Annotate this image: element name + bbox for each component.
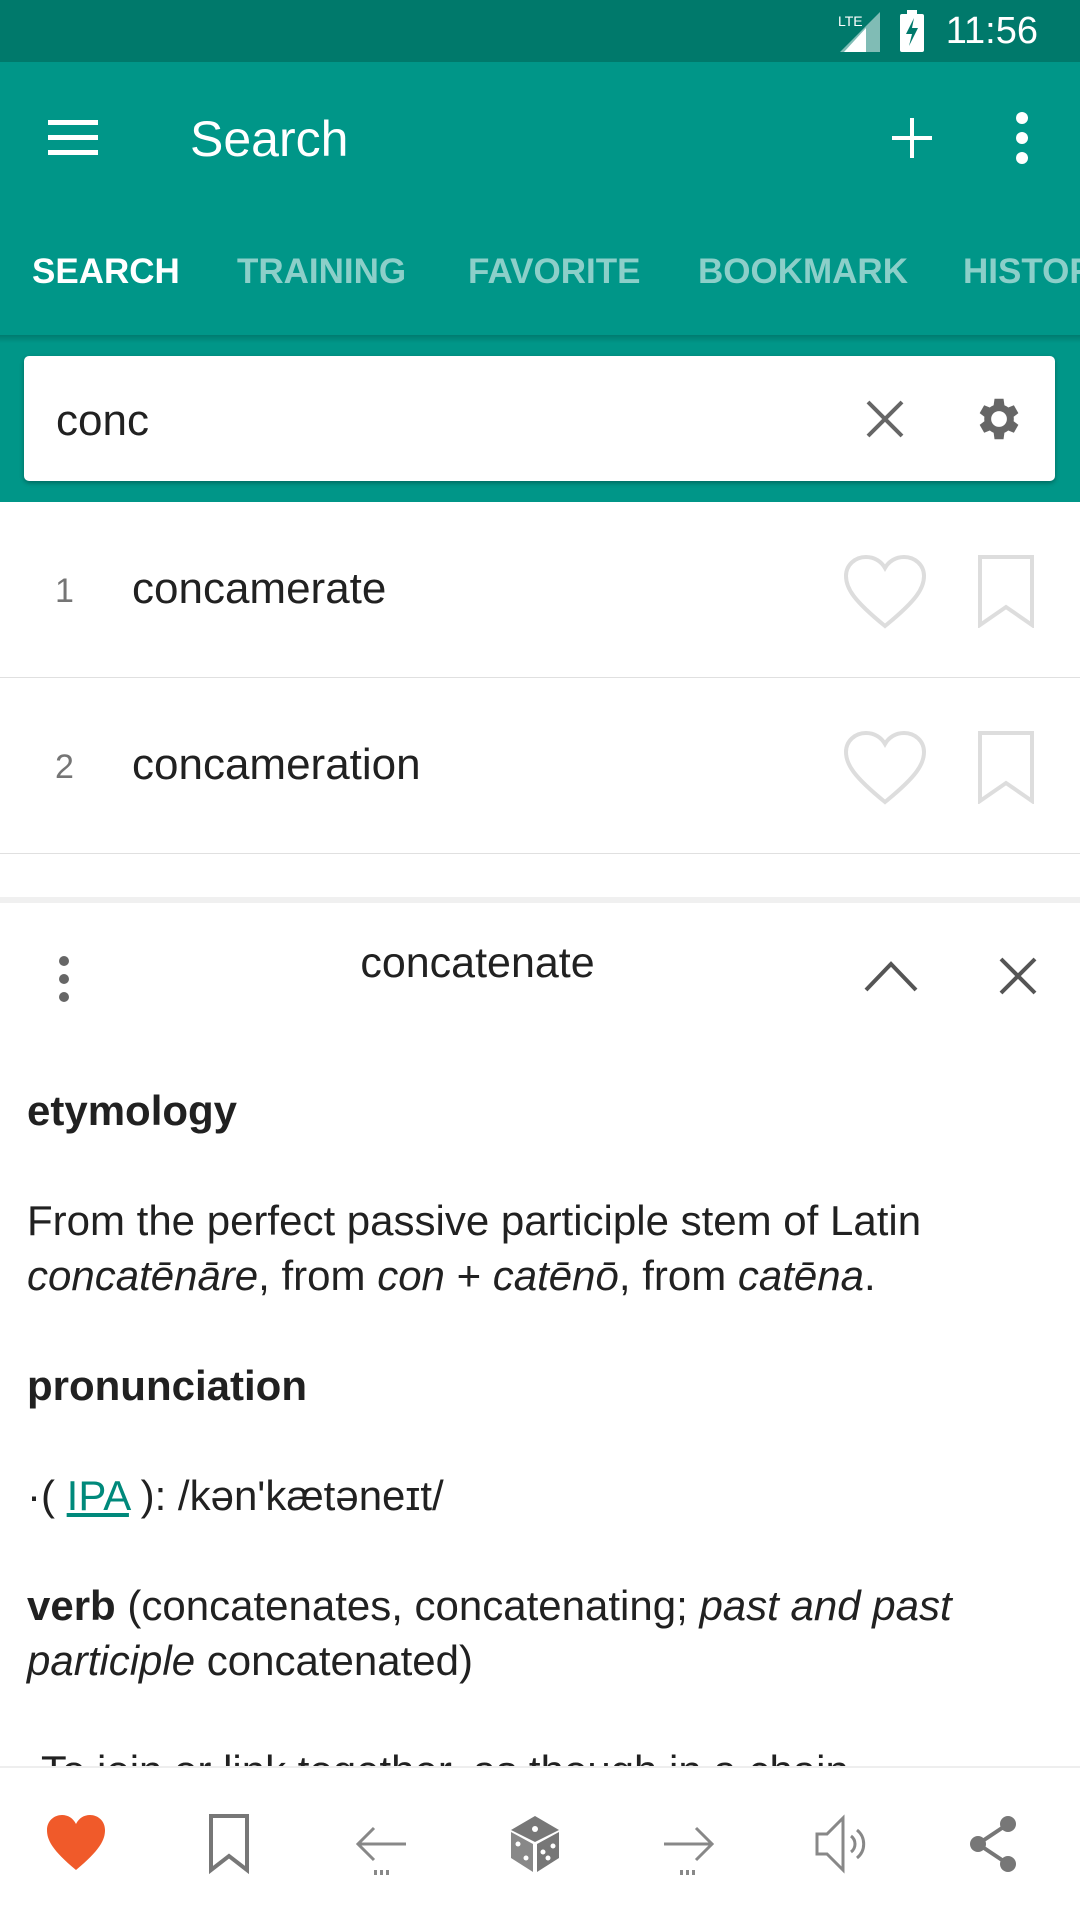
app-bar: Search SEARCH TRAINING FAVORITE BOOKMARK… <box>0 62 1080 502</box>
bookmark-outline-icon[interactable] <box>977 730 1035 804</box>
page-title: Search <box>190 111 349 167</box>
more-options-icon[interactable] <box>1010 112 1034 164</box>
tab-bookmark[interactable]: BOOKMARK <box>698 252 908 292</box>
bookmark-outline-icon[interactable] <box>977 554 1035 628</box>
etymology-text: From the perfect passive participle stem… <box>27 1197 922 1299</box>
heart-outline-icon[interactable] <box>843 730 927 806</box>
item-word[interactable]: concameration <box>132 740 421 790</box>
list-item[interactable]: 2 concameration <box>0 678 1080 854</box>
list-item[interactable]: 1 concamerate <box>0 502 1080 678</box>
speaker-icon[interactable] <box>809 1812 873 1876</box>
add-icon[interactable] <box>888 114 936 162</box>
bookmark-icon[interactable] <box>197 1812 261 1876</box>
tab-search[interactable]: SEARCH <box>32 252 180 292</box>
pronunciation-heading: pronunciation <box>27 1362 307 1409</box>
tab-bar: SEARCH TRAINING FAVORITE BOOKMARK HISTOR… <box>0 252 1080 312</box>
pronunciation-text: ·( IPA ): /kən'kætəneɪt/ <box>27 1472 444 1519</box>
clear-icon[interactable] <box>862 396 908 442</box>
close-icon[interactable] <box>995 953 1041 999</box>
share-icon[interactable] <box>962 1812 1026 1876</box>
tab-training[interactable]: TRAINING <box>237 252 406 292</box>
tab-favorite[interactable]: FAVORITE <box>468 252 640 292</box>
bottom-toolbar <box>0 1766 1080 1920</box>
gear-icon[interactable] <box>970 392 1024 446</box>
heart-icon[interactable] <box>44 1812 108 1876</box>
item-number: 1 <box>55 572 74 610</box>
item-word[interactable]: concamerate <box>132 564 386 614</box>
lte-signal-icon: LTE <box>838 12 880 52</box>
dice-icon[interactable] <box>503 1812 567 1876</box>
menu-icon[interactable] <box>48 120 98 156</box>
search-value[interactable]: conc <box>56 396 149 446</box>
definition-text: ·To join or link together, as though in … <box>27 1743 1057 1766</box>
clock: 11:56 <box>945 10 1038 52</box>
arrow-left-icon[interactable] <box>350 1812 414 1876</box>
chevron-up-icon[interactable] <box>862 958 920 994</box>
item-number: 2 <box>55 748 74 786</box>
svg-text:LTE: LTE <box>838 13 863 29</box>
search-input[interactable]: conc <box>24 356 1055 481</box>
etymology-heading: etymology <box>27 1087 238 1134</box>
tab-shadow <box>0 335 1080 343</box>
definition-title: concatenate <box>360 939 595 987</box>
definition-panel: concatenate etymology From the perfect p… <box>0 897 1080 1766</box>
status-bar: LTE 11:56 <box>0 0 1080 62</box>
heart-outline-icon[interactable] <box>843 554 927 630</box>
tab-history[interactable]: HISTORY <box>963 252 1080 292</box>
battery-charging-icon <box>900 10 924 52</box>
arrow-right-icon[interactable] <box>656 1812 720 1876</box>
definition-content: etymology From the perfect passive parti… <box>27 1083 1057 1766</box>
ipa-link[interactable]: IPA <box>67 1472 129 1519</box>
verb-forms: verb (concatenates, concatenating; past … <box>27 1582 952 1684</box>
